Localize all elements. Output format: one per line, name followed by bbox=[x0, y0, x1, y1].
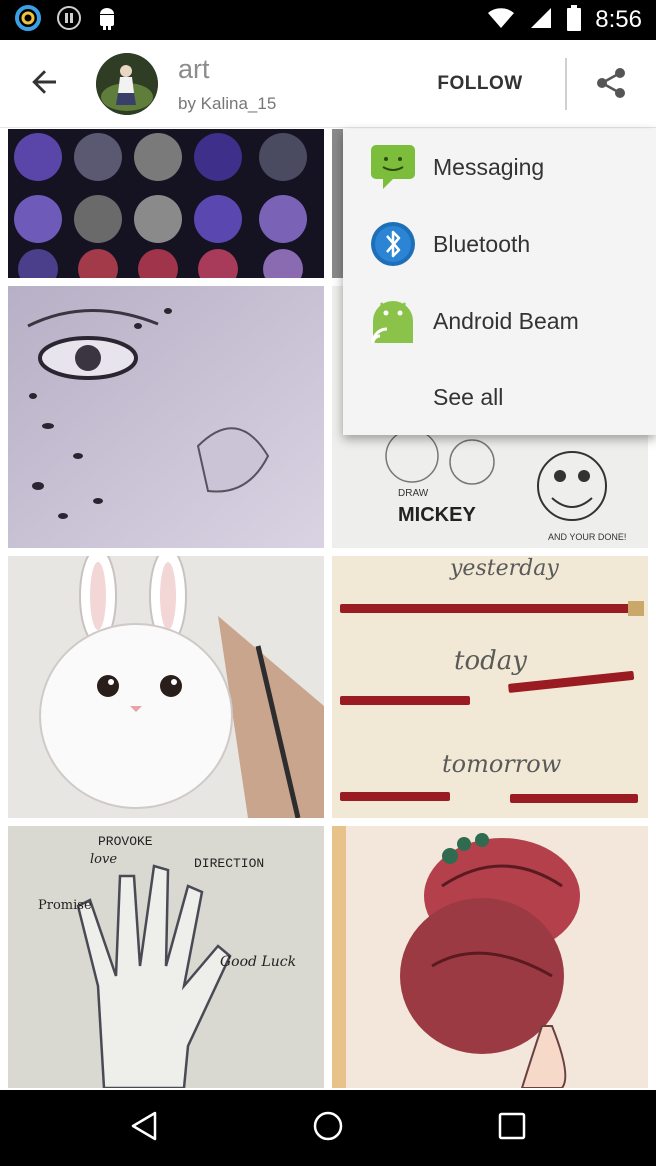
hand-sketch-image[interactable]: PROVOKE love DIRECTION Promise Good Luck bbox=[8, 826, 324, 1088]
android-beam-icon bbox=[369, 297, 417, 345]
mickey-header-text: DRAW bbox=[398, 488, 429, 499]
pencils-image[interactable]: yesterday today tomorrow bbox=[332, 556, 648, 818]
nav-back-button[interactable] bbox=[120, 1104, 168, 1152]
battery-icon bbox=[567, 4, 582, 36]
pencils-word-today: today bbox=[454, 646, 527, 676]
share-menu-item-label: See all bbox=[433, 383, 504, 410]
share-menu-item-android-beam[interactable]: Android Beam bbox=[343, 283, 656, 359]
leopard-eye-sketch-image[interactable] bbox=[8, 286, 324, 548]
share-menu-item-label: Messaging bbox=[433, 153, 545, 180]
status-time: 8:56 bbox=[595, 6, 642, 33]
bunny-drawing-image[interactable] bbox=[8, 556, 324, 818]
hand-word-love: love bbox=[90, 852, 118, 867]
share-button[interactable] bbox=[588, 62, 634, 108]
hand-word-good-luck: Good Luck bbox=[220, 954, 297, 970]
hand-word-provoke: PROVOKE bbox=[98, 834, 153, 849]
follow-button[interactable]: FOLLOW bbox=[420, 62, 540, 106]
board-author[interactable]: by Kalina_15 bbox=[178, 94, 276, 114]
mickey-label-text: MICKEY bbox=[398, 504, 476, 526]
share-menu: Messaging Bluetooth Android Beam See all bbox=[343, 129, 656, 435]
bluetooth-icon bbox=[369, 220, 417, 268]
nav-recents-button[interactable] bbox=[488, 1104, 536, 1152]
recents-square-icon bbox=[495, 1109, 529, 1148]
home-circle-icon bbox=[311, 1109, 345, 1148]
hand-word-promise: Promise bbox=[38, 898, 92, 913]
share-menu-item-messaging[interactable]: Messaging bbox=[343, 129, 656, 205]
pause-icon bbox=[56, 5, 82, 36]
android-icon bbox=[96, 5, 118, 36]
mickey-signature-text: AND YOUR DONE! bbox=[548, 532, 627, 542]
hand-word-direction: DIRECTION bbox=[194, 856, 265, 871]
pencils-word-yesterday: yesterday bbox=[450, 556, 559, 581]
board-header: art by Kalina_15 FOLLOW bbox=[0, 40, 656, 128]
header-divider bbox=[565, 58, 567, 110]
circle-app-icon bbox=[14, 4, 42, 37]
nav-home-button[interactable] bbox=[304, 1104, 352, 1152]
moon-phases-image[interactable] bbox=[8, 129, 324, 278]
wifi-icon bbox=[487, 7, 515, 34]
share-menu-item-see-all[interactable]: See all bbox=[343, 359, 656, 435]
pencils-word-tomorrow: tomorrow bbox=[442, 750, 562, 778]
board-title: art bbox=[178, 54, 210, 84]
signal-icon bbox=[529, 6, 553, 35]
avatar[interactable] bbox=[96, 53, 158, 115]
back-button[interactable] bbox=[20, 60, 68, 108]
share-menu-item-label: Bluetooth bbox=[433, 230, 531, 257]
system-nav-bar bbox=[0, 1090, 656, 1166]
share-menu-item-label: Android Beam bbox=[433, 307, 579, 334]
status-bar: 8:56 bbox=[0, 0, 656, 40]
share-icon bbox=[595, 67, 627, 104]
share-menu-item-bluetooth[interactable]: Bluetooth bbox=[343, 206, 656, 282]
back-triangle-icon bbox=[127, 1109, 161, 1148]
messaging-icon bbox=[369, 143, 417, 191]
girl-hair-drawing-image[interactable] bbox=[332, 826, 648, 1088]
back-arrow-icon bbox=[30, 68, 58, 101]
